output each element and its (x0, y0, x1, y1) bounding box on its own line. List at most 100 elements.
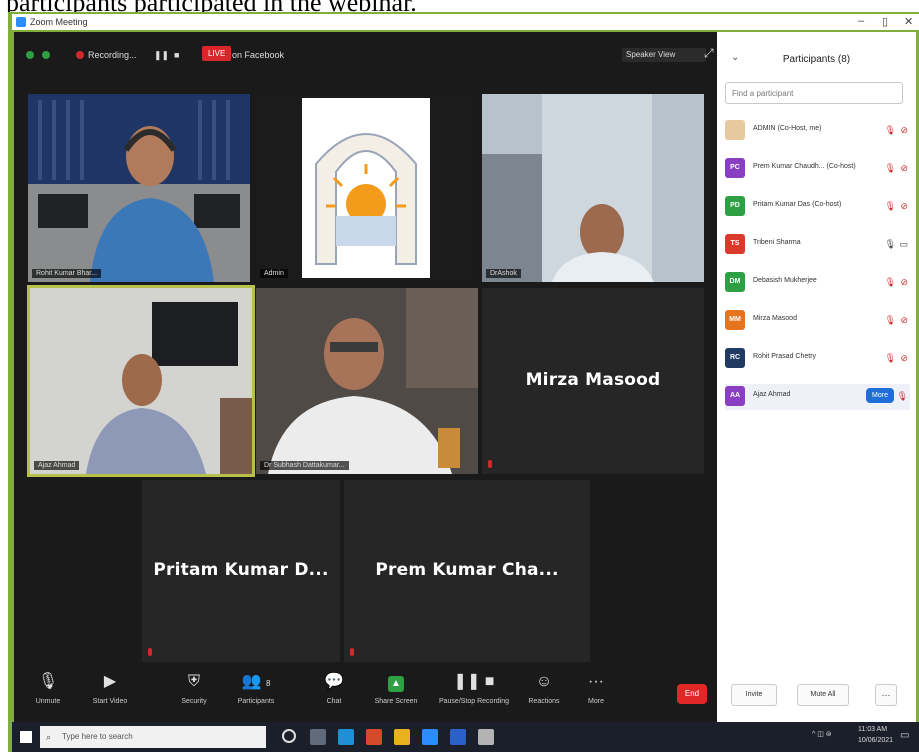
participants-panel: ⌄ Participants (8) Find a participant AD… (717, 32, 916, 722)
participant-count: 8 (265, 679, 271, 688)
pause-recording-icon[interactable]: ❚❚ (154, 50, 169, 61)
muted-mic-icon[interactable]: 🎙 (885, 277, 896, 288)
video-off-icon[interactable]: ⊘ (900, 277, 908, 288)
file-explorer-icon[interactable] (394, 729, 410, 745)
app-icon[interactable] (366, 729, 382, 745)
fullscreen-icon[interactable]: ⤢ (704, 46, 714, 61)
participant-row[interactable]: MM Mirza Masood 🎙 ⊘ (725, 308, 910, 334)
avatar: PC (725, 158, 745, 178)
panel-title: Participants (8) (782, 54, 851, 65)
participant-row[interactable]: RC Rohit Prasad Chetry 🎙 ⊘ (725, 346, 910, 372)
clock-time[interactable]: 11:03 AM (858, 726, 887, 733)
participant-row[interactable]: AA Ajaz Ahmad More 🎙 (725, 384, 910, 410)
muted-mic-icon (350, 648, 354, 656)
participant-row[interactable]: TS Tribeni Sharma 🎙 ▭ (725, 232, 910, 258)
recording-icon (76, 51, 84, 59)
video-tile[interactable]: Admin (256, 94, 476, 282)
security-button[interactable]: ⛨ Security (164, 670, 224, 705)
close-button[interactable]: ✕ (904, 15, 913, 28)
connection-icon[interactable] (42, 51, 50, 59)
participant-video (482, 94, 704, 282)
cortana-icon[interactable] (282, 729, 296, 743)
participant-display-name: Mirza Masood (525, 370, 661, 390)
participant-row[interactable]: PC Prem Kumar Chaudh... (Co-host) 🎙 ⊘ (725, 156, 910, 182)
avatar (725, 120, 745, 140)
video-tile-off[interactable]: Mirza Masood (482, 288, 704, 474)
stop-recording-icon[interactable]: ■ (174, 50, 179, 60)
participant-display-name: Pritam Kumar D... (153, 560, 329, 580)
muted-mic-icon[interactable]: 🎙 (885, 125, 896, 136)
participant-video (256, 288, 478, 474)
video-tile-off[interactable]: Pritam Kumar D... (142, 480, 340, 662)
participant-name-label: Admin (260, 269, 288, 278)
live-badge[interactable]: LIVE (202, 46, 232, 61)
speaker-view-button[interactable]: Speaker View (622, 48, 706, 62)
chat-icon: 💬 (324, 673, 344, 690)
share-screen-button[interactable]: ▲ Share Screen (366, 670, 426, 705)
maximize-button[interactable]: ▯ (882, 15, 888, 28)
video-icon: ▶ (103, 673, 117, 690)
participant-name-label: Ajaz Ahmad (34, 461, 80, 470)
pause-stop-recording-button[interactable]: ❚❚ ■ Pause/Stop Recording (434, 670, 514, 705)
avatar: TS (725, 234, 745, 254)
start-video-button[interactable]: ▶ Start Video (80, 670, 140, 705)
video-off-icon[interactable]: ⊘ (900, 353, 908, 364)
muted-mic-icon[interactable]: 🎙 (885, 201, 896, 212)
tray-icons[interactable]: ^ ◫ ⊜ (812, 730, 832, 738)
mute-all-button[interactable]: Mute All (797, 684, 849, 706)
recording-label: Recording... (88, 50, 137, 60)
end-meeting-button[interactable]: End (677, 684, 707, 704)
video-tile[interactable]: Rohit Kumar Bhar... (28, 94, 250, 282)
meeting-area: Recording... ❚❚ ■ LIVE on Facebook Speak… (14, 32, 717, 666)
video-tile[interactable]: DrAshok (482, 94, 704, 282)
video-off-icon[interactable]: ⊘ (900, 201, 908, 212)
muted-mic-icon[interactable]: 🎙 (885, 353, 896, 364)
participant-name: Tribeni Sharma (753, 239, 801, 246)
video-off-icon[interactable]: ⊘ (900, 125, 908, 136)
participant-row[interactable]: DM Debasish Mukherjee 🎙 ⊘ (725, 270, 910, 296)
reactions-button[interactable]: ☺ Reactions (514, 670, 574, 705)
video-off-icon[interactable]: ⊘ (900, 163, 908, 174)
unmute-button[interactable]: 🎙 Unmute (18, 670, 78, 705)
participant-search-input[interactable]: Find a participant (725, 82, 903, 104)
participant-row[interactable]: ADMIN (Co-Host, me) 🎙 ⊘ (725, 118, 910, 144)
title-bar: Zoom Meeting – ▯ ✕ (12, 14, 919, 30)
edge-icon[interactable] (338, 729, 354, 745)
participant-name-label: DrAshok (486, 269, 521, 278)
clock-date[interactable]: 10/06/2021 (858, 737, 893, 744)
avatar: DM (725, 272, 745, 292)
muted-mic-icon[interactable]: 🎙 (885, 163, 896, 174)
institution-logo (302, 98, 430, 278)
live-destination: on Facebook (232, 50, 285, 60)
participants-button[interactable]: 👥 8 Participants (226, 670, 286, 705)
participant-row[interactable]: PD Pritam Kumar Das (Co-host) 🎙 ⊘ (725, 194, 910, 220)
muted-mic-icon[interactable]: 🎙 (885, 315, 896, 326)
video-off-icon[interactable]: ⊘ (900, 315, 908, 326)
people-icon: 👥 8 (241, 673, 271, 690)
muted-mic-icon (488, 460, 492, 468)
video-tile-active-speaker[interactable]: Ajaz Ahmad (27, 285, 255, 477)
minimize-button[interactable]: – (858, 15, 864, 27)
invite-button[interactable]: Invite (731, 684, 777, 706)
muted-mic-icon[interactable]: 🎙 (897, 391, 908, 402)
video-icon[interactable]: ▭ (899, 239, 908, 250)
panel-more-button[interactable]: ··· (875, 684, 897, 706)
avatar: RC (725, 348, 745, 368)
windows-start-icon[interactable] (20, 731, 32, 743)
zoom-app-icon[interactable] (422, 729, 438, 745)
mic-icon[interactable]: 🎙 (885, 239, 896, 250)
participant-display-name: Prem Kumar Cha... (375, 560, 559, 580)
more-icon: ··· (588, 673, 604, 690)
video-tile-off[interactable]: Prem Kumar Cha... (344, 480, 590, 662)
participant-more-button[interactable]: More (866, 388, 894, 403)
chat-button[interactable]: 💬 Chat (304, 670, 364, 705)
video-tile[interactable]: Dr Subhash Dattakumar... (256, 288, 478, 474)
participant-name: Mirza Masood (753, 315, 797, 322)
notification-icon[interactable]: ▭ (900, 730, 909, 741)
shield-status-icon[interactable] (26, 51, 34, 59)
app-icon[interactable] (450, 729, 466, 745)
app-icon[interactable] (478, 729, 494, 745)
taskbar-search-input[interactable]: Type here to search (40, 726, 266, 748)
task-view-icon[interactable] (310, 729, 326, 745)
more-button[interactable]: ··· More (566, 670, 626, 705)
